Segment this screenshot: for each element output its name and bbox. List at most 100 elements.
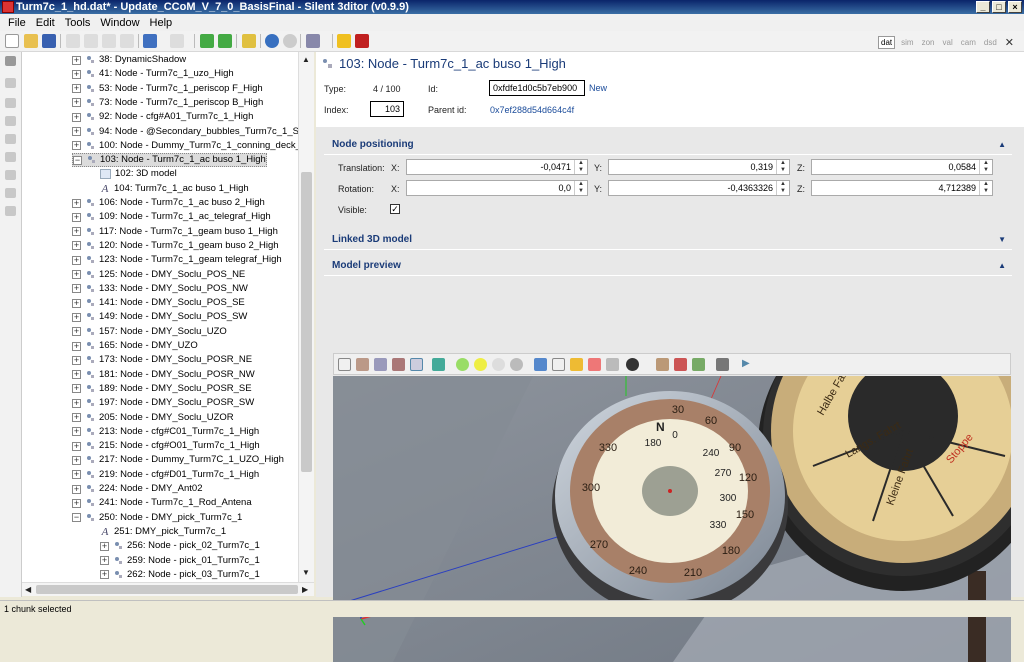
- tree-item[interactable]: +197: Node - DMY_Soclu_POSR_SW: [72, 396, 254, 410]
- expand-icon[interactable]: +: [72, 455, 81, 465]
- filter-icon[interactable]: [5, 78, 16, 88]
- tree-item[interactable]: +215: Node - cfg#O01_Turm7c_1_High: [72, 439, 260, 453]
- expand-icon[interactable]: +: [72, 270, 81, 279]
- forward-icon[interactable]: [283, 34, 297, 48]
- box-icon[interactable]: [570, 358, 583, 371]
- tree-item[interactable]: +123: Node - Turm7c_1_geam telegraf_High: [72, 253, 282, 267]
- save-icon[interactable]: [42, 34, 56, 48]
- translation-z-field[interactable]: 0,0584 ▲ ▼: [811, 159, 993, 175]
- expand-icon[interactable]: +: [100, 541, 109, 551]
- tree-item[interactable]: +189: Node - DMY_Soclu_POSR_SE: [72, 382, 252, 396]
- expand-icon[interactable]: +: [72, 441, 81, 451]
- stepper-icon[interactable]: ▲ ▼: [979, 181, 992, 195]
- scroll-up-icon[interactable]: ▲: [302, 55, 310, 64]
- filter-icon[interactable]: [5, 206, 16, 216]
- close-tab-icon[interactable]: ✕: [1003, 35, 1016, 50]
- id-field[interactable]: 0xfdfe1d0c5b7eb900: [489, 80, 585, 96]
- expand-icon[interactable]: +: [72, 355, 81, 365]
- expand-icon[interactable]: +: [72, 413, 81, 422]
- tree-item[interactable]: +181: Node - DMY_Soclu_POSR_NW: [72, 368, 255, 382]
- delete-icon[interactable]: [120, 34, 134, 48]
- parent-id-link[interactable]: 0x7ef288d54d664c4f: [490, 105, 574, 115]
- expand-icon[interactable]: +: [72, 198, 81, 208]
- expand-icon[interactable]: +: [72, 327, 81, 337]
- tree-item[interactable]: − 103: Node - Turm7c_1_ac buso 1_High: [72, 153, 267, 168]
- background-icon[interactable]: [626, 358, 639, 371]
- scroll-thumb[interactable]: [36, 585, 298, 594]
- move-up-icon[interactable]: [200, 34, 214, 48]
- stepper-icon[interactable]: ▲ ▼: [776, 160, 789, 174]
- index-field[interactable]: 103: [370, 101, 404, 117]
- rotation-z-field[interactable]: 4,712389 ▲ ▼: [811, 180, 993, 196]
- tree-horizontal-scrollbar[interactable]: ◀ ▶: [22, 582, 314, 596]
- expand-icon[interactable]: +: [72, 484, 81, 494]
- collapse-icon[interactable]: −: [72, 513, 81, 523]
- expand-icon[interactable]: +: [72, 112, 81, 122]
- model-preview-header[interactable]: Model preview ▲: [324, 256, 1012, 276]
- bounding-box-icon[interactable]: [410, 358, 423, 371]
- tree-item[interactable]: +213: Node - cfg#C01_Turm7c_1_High: [72, 425, 259, 439]
- visible-checkbox[interactable]: ✓: [390, 204, 400, 214]
- move-down-icon[interactable]: [218, 34, 232, 48]
- settings-icon[interactable]: [692, 358, 705, 371]
- tree-item[interactable]: +141: Node - DMY_Soclu_POS_SE: [72, 296, 245, 310]
- tree-item[interactable]: +117: Node - Turm7c_1_geam buso 1_High: [72, 225, 278, 239]
- points-icon[interactable]: [374, 358, 387, 371]
- menu-file[interactable]: File: [3, 17, 31, 29]
- all-filter-icon[interactable]: [5, 56, 16, 66]
- tree-item[interactable]: +224: Node - DMY_Ant02: [72, 482, 203, 496]
- expand-icon[interactable]: +: [72, 212, 81, 222]
- collapse-icon[interactable]: ▲: [998, 135, 1006, 155]
- light-icon[interactable]: [492, 358, 505, 371]
- translation-x-field[interactable]: -0,0471 ▲ ▼: [406, 159, 588, 175]
- textured-icon[interactable]: [392, 358, 405, 371]
- maximize-button[interactable]: □: [992, 1, 1006, 13]
- collapse-icon[interactable]: −: [73, 155, 82, 165]
- menu-help[interactable]: Help: [145, 17, 178, 29]
- tab-dat[interactable]: dat: [878, 36, 896, 49]
- axes-icon[interactable]: [552, 358, 565, 371]
- tree-item[interactable]: A 251: DMY_pick_Turm7c_1: [100, 525, 227, 539]
- grid-view-icon[interactable]: [306, 34, 320, 48]
- stepper-icon[interactable]: ▲ ▼: [979, 160, 992, 174]
- scroll-thumb[interactable]: [301, 172, 312, 472]
- tree-item[interactable]: +149: Node - DMY_Soclu_POS_SW: [72, 310, 247, 324]
- expand-icon[interactable]: +: [72, 55, 81, 65]
- tree-item[interactable]: +120: Node - Turm7c_1_geam buso 2_High: [72, 239, 279, 253]
- shader-icon[interactable]: [432, 358, 445, 371]
- minimize-button[interactable]: _: [976, 1, 990, 13]
- stepper-icon[interactable]: ▲ ▼: [574, 160, 587, 174]
- expand-icon[interactable]: +: [72, 241, 81, 251]
- filter-icon[interactable]: [5, 152, 16, 162]
- bookmark-icon[interactable]: [242, 34, 256, 48]
- light-icon[interactable]: [456, 358, 469, 371]
- filter-icon[interactable]: [5, 188, 16, 198]
- filter-icon[interactable]: [5, 98, 16, 108]
- tree-item[interactable]: +165: Node - DMY_UZO: [72, 339, 198, 353]
- refresh-icon[interactable]: [337, 34, 351, 48]
- tree-item[interactable]: +106: Node - Turm7c_1_ac buso 2_High: [72, 196, 265, 210]
- filter-icon[interactable]: [5, 116, 16, 126]
- rotation-y-field[interactable]: -0,4363326 ▲ ▼: [608, 180, 790, 196]
- expand-icon[interactable]: +: [72, 141, 81, 151]
- expand-icon[interactable]: +: [72, 84, 81, 94]
- expand-icon[interactable]: +: [72, 69, 81, 79]
- node-positioning-header[interactable]: Node positioning ▲: [324, 135, 1012, 155]
- tree-item[interactable]: +173: Node - DMY_Soclu_POSR_NE: [72, 353, 252, 367]
- expand-icon[interactable]: +: [72, 312, 81, 322]
- eye-icon[interactable]: [656, 358, 669, 371]
- scroll-left-icon[interactable]: ◀: [25, 585, 31, 594]
- plane-icon[interactable]: [588, 358, 601, 371]
- tree-item[interactable]: +217: Node - Dummy_Turm7C_1_UZO_High: [72, 453, 284, 467]
- tab-val[interactable]: val: [941, 37, 955, 48]
- menu-tools[interactable]: Tools: [60, 17, 96, 29]
- rotation-x-field[interactable]: 0,0 ▲ ▼: [406, 180, 588, 196]
- linked-model-header[interactable]: Linked 3D model ▼: [324, 230, 1012, 250]
- tree-item[interactable]: +205: Node - DMY_Soclu_UZOR: [72, 411, 234, 425]
- redo-icon[interactable]: [170, 34, 184, 48]
- light-icon[interactable]: [510, 358, 523, 371]
- expand-icon[interactable]: +: [72, 298, 81, 308]
- filter-icon[interactable]: [5, 170, 16, 180]
- tree-item[interactable]: +125: Node - DMY_Soclu_POS_NE: [72, 268, 245, 282]
- tree-vertical-scrollbar[interactable]: ▲ ▼: [298, 52, 314, 582]
